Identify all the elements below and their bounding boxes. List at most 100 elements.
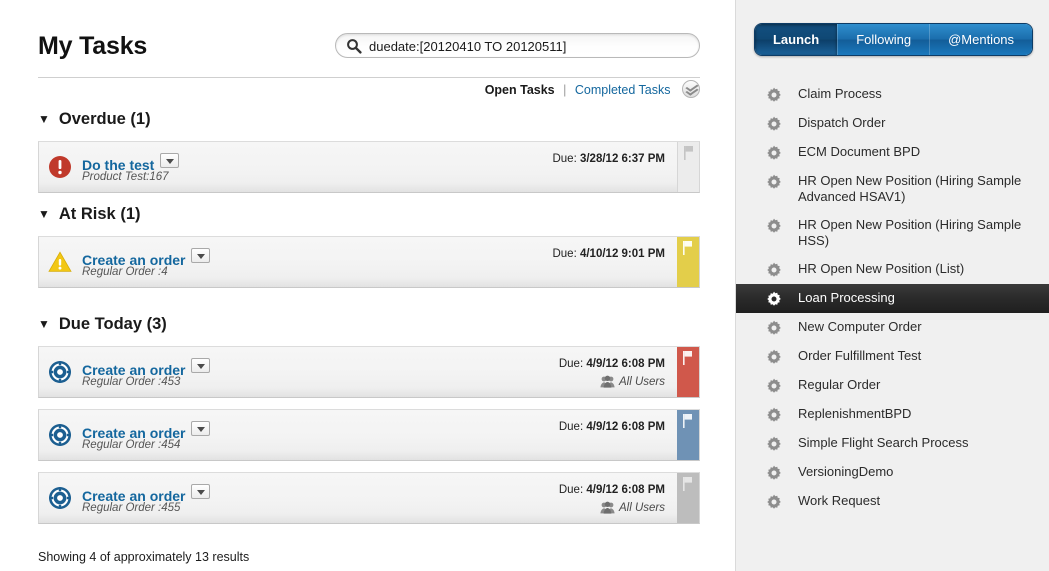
tab-separator: |: [563, 83, 567, 97]
process-item-hr-open-new-position-list[interactable]: HR Open New Position (List): [736, 255, 1049, 284]
caret-down-icon: ▼: [38, 112, 50, 126]
double-chevron-down-icon[interactable]: [682, 80, 700, 98]
group-label-due-today: Due Today (3): [58, 315, 167, 333]
group-header-due-today[interactable]: ▼ Due Today (3): [38, 315, 167, 334]
group-header-overdue[interactable]: ▼ Overdue (1): [38, 110, 151, 129]
task-gear-icon: [48, 486, 72, 510]
process-item-replenishmentbpd[interactable]: ReplenishmentBPD: [736, 400, 1049, 429]
task-menu-chevron-icon[interactable]: [160, 153, 180, 168]
side-panel: Launch Following @Mentions Claim Process…: [735, 0, 1049, 571]
task-row[interactable]: Create an order Regular Order :453 Due: …: [38, 346, 700, 398]
process-item-order-fulfillment-test[interactable]: Order Fulfillment Test: [736, 342, 1049, 371]
main-panel: My Tasks Open Tasks | Completed Tasks ▼ O…: [0, 0, 735, 571]
task-menu-chevron-icon[interactable]: [191, 484, 211, 499]
users-group-icon: [600, 375, 615, 388]
task-assignee-label: All Users: [618, 376, 665, 388]
process-item-regular-order[interactable]: Regular Order: [736, 371, 1049, 400]
task-menu-chevron-icon[interactable]: [191, 248, 211, 263]
flag-icon[interactable]: [683, 477, 692, 491]
task-priority-stripe: [677, 142, 699, 192]
task-title[interactable]: Create an order: [82, 421, 211, 441]
task-priority-stripe: [677, 347, 699, 397]
task-row[interactable]: Do the test Product Test:167 Due: 3/28/1…: [38, 141, 700, 193]
gear-icon: [766, 145, 782, 161]
task-menu-chevron-icon[interactable]: [191, 358, 211, 373]
flag-icon[interactable]: [683, 351, 692, 365]
process-item-label: Order Fulfillment Test: [798, 348, 922, 363]
gear-icon: [766, 436, 782, 452]
gear-icon: [766, 87, 782, 103]
task-title[interactable]: Create an order: [82, 484, 211, 504]
process-item-hr-open-new-position-hss[interactable]: HR Open New Position (Hiring Sample HSS): [736, 211, 1049, 255]
search-box[interactable]: [335, 33, 700, 58]
task-due-value: 4/10/12 9:01 PM: [579, 248, 665, 260]
flag-icon[interactable]: [684, 146, 693, 160]
gear-icon: [766, 378, 782, 394]
group-header-at-risk[interactable]: ▼ At Risk (1): [38, 205, 141, 224]
task-menu-chevron-icon[interactable]: [191, 421, 211, 436]
task-row[interactable]: Create an order Regular Order :454 Due: …: [38, 409, 700, 461]
task-row[interactable]: Create an order Regular Order :455 Due: …: [38, 472, 700, 524]
task-row[interactable]: Create an order Regular Order :4 Due: 4/…: [38, 236, 700, 288]
gear-icon: [766, 407, 782, 423]
task-assignee: All Users: [600, 375, 665, 388]
task-due-value: 4/9/12 6:08 PM: [586, 421, 665, 433]
process-item-work-request[interactable]: Work Request: [736, 487, 1049, 516]
task-due-date: Due: 4/9/12 6:08 PM: [559, 484, 665, 496]
task-dashboard: My Tasks Open Tasks | Completed Tasks ▼ O…: [0, 0, 1049, 571]
tab-open-tasks[interactable]: Open Tasks: [485, 83, 555, 97]
process-item-label: Loan Processing: [798, 290, 895, 305]
search-input[interactable]: [367, 36, 692, 56]
task-priority-stripe: [677, 410, 699, 460]
gear-icon: [766, 465, 782, 481]
process-item-label: ECM Document BPD: [798, 144, 921, 159]
task-priority-stripe: [677, 237, 699, 287]
process-item-ecm-document-bpd[interactable]: ECM Document BPD: [736, 138, 1049, 167]
side-panel-tabs: Launch Following @Mentions: [754, 23, 1033, 56]
task-due-label: Due:: [552, 248, 580, 260]
process-list: Claim Process Dispatch Order ECM Documen…: [736, 80, 1049, 516]
flag-icon[interactable]: [683, 414, 692, 428]
group-label-overdue: Overdue (1): [58, 110, 151, 128]
tab-completed-tasks[interactable]: Completed Tasks: [575, 83, 671, 97]
task-title[interactable]: Do the test: [82, 153, 180, 173]
task-due-date: Due: 4/10/12 9:01 PM: [552, 248, 665, 260]
process-item-hr-open-new-position-hsav1[interactable]: HR Open New Position (Hiring Sample Adva…: [736, 167, 1049, 211]
process-item-label: ReplenishmentBPD: [798, 406, 912, 421]
process-item-new-computer-order[interactable]: New Computer Order: [736, 313, 1049, 342]
task-priority-stripe: [677, 473, 699, 523]
gear-icon: [766, 218, 782, 234]
process-item-dispatch-order[interactable]: Dispatch Order: [736, 109, 1049, 138]
gear-icon: [766, 494, 782, 510]
flag-icon[interactable]: [683, 241, 692, 255]
task-due-value: 4/9/12 6:08 PM: [586, 484, 665, 496]
process-item-loan-processing[interactable]: Loan Processing: [736, 284, 1049, 313]
tab-launch[interactable]: Launch: [755, 24, 838, 55]
gear-icon: [766, 174, 782, 190]
tab-following[interactable]: Following: [837, 24, 930, 55]
task-assignee-label: All Users: [618, 502, 665, 514]
gear-icon: [766, 320, 782, 336]
task-assignee: All Users: [600, 501, 665, 514]
gear-icon: [766, 262, 782, 278]
alert-error-icon: [48, 155, 72, 179]
task-subtitle: Regular Order :4: [82, 266, 168, 278]
tab-mentions[interactable]: @Mentions: [929, 24, 1032, 55]
process-item-simple-flight-search-process[interactable]: Simple Flight Search Process: [736, 429, 1049, 458]
process-item-label: Dispatch Order: [798, 115, 886, 130]
task-due-label: Due:: [552, 153, 580, 165]
task-gear-icon: [48, 360, 72, 384]
task-title[interactable]: Create an order: [82, 358, 211, 378]
process-item-versioningdemo[interactable]: VersioningDemo: [736, 458, 1049, 487]
page-header: My Tasks: [38, 30, 700, 78]
task-due-date: Due: 4/9/12 6:08 PM: [559, 421, 665, 433]
task-due-label: Due:: [558, 421, 587, 433]
process-item-label: HR Open New Position (Hiring Sample Adva…: [798, 173, 1022, 204]
process-item-label: VersioningDemo: [798, 464, 894, 479]
process-item-label: Simple Flight Search Process: [798, 435, 969, 450]
caret-down-icon: ▼: [38, 317, 50, 331]
process-item-label: New Computer Order: [798, 319, 922, 334]
process-item-claim-process[interactable]: Claim Process: [736, 80, 1049, 109]
task-title[interactable]: Create an order: [82, 248, 211, 268]
caret-down-icon: ▼: [38, 207, 50, 221]
